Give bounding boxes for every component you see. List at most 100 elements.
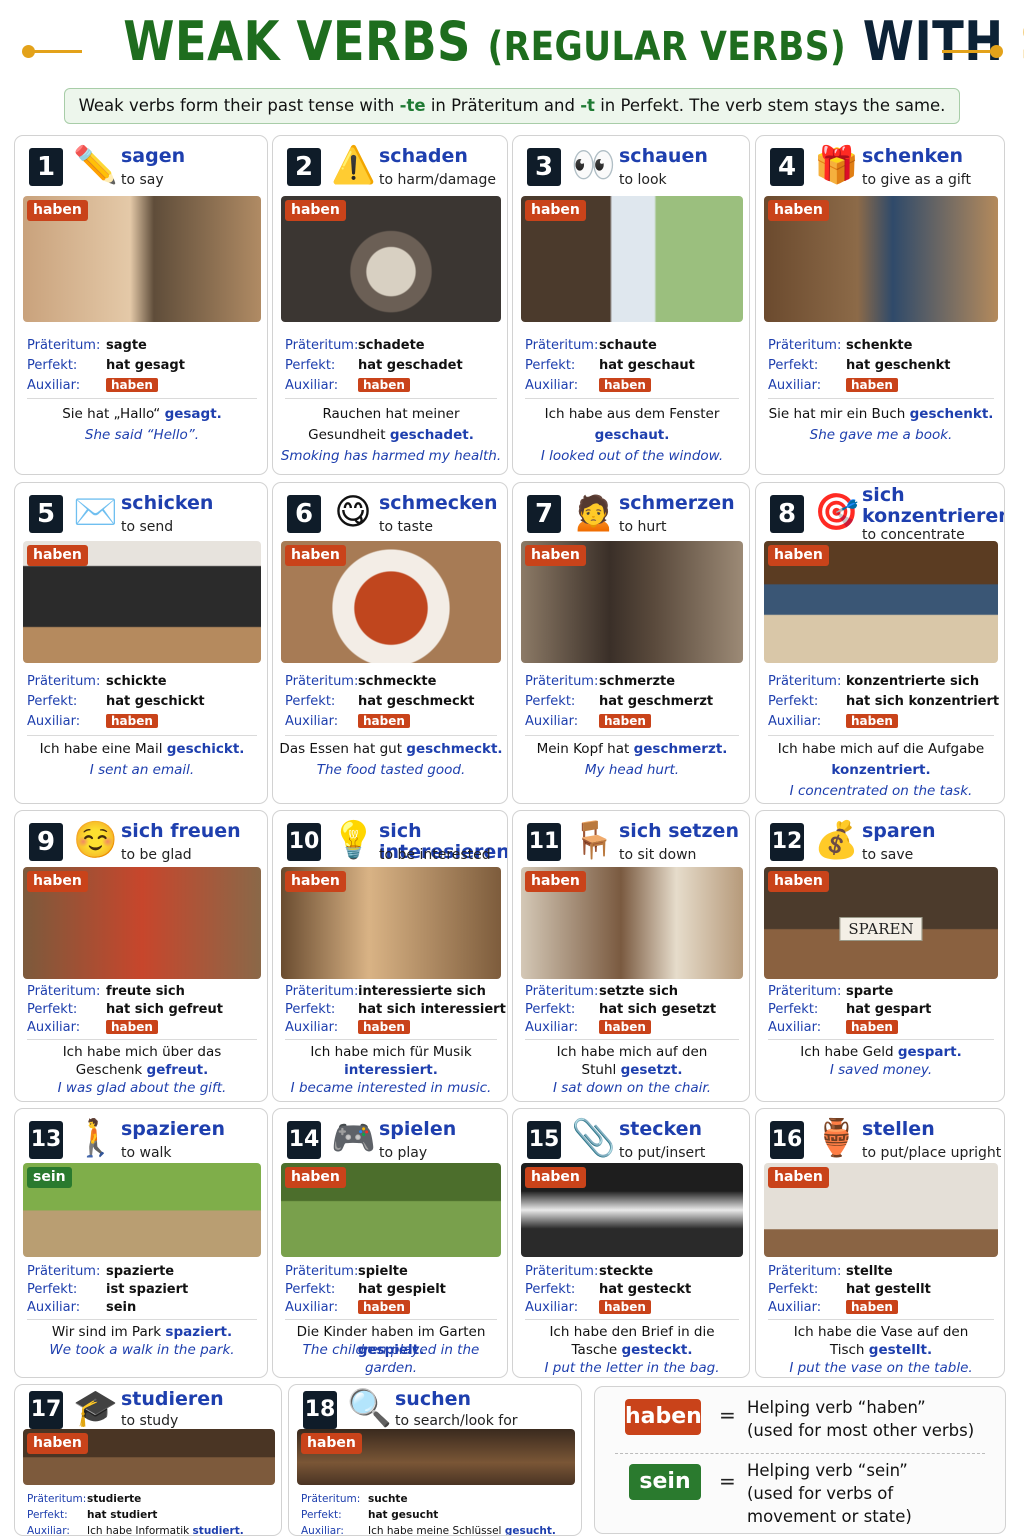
card-number: 14 [287,1121,321,1159]
perfekt-row: Perfekt: hat geschmerzt [525,693,743,713]
praeteritum-row: Präteritum: interessierte sich [285,983,501,1001]
field-label: Auxiliar: [285,1300,339,1315]
perfekt-row: Perfekt: hat geschmeckt [285,693,501,713]
english-translation: I put the vase on the table. [789,1360,973,1376]
field-label: Auxiliar: [768,378,822,393]
verb-card-sparen: 12 💰 sparen to save haben SPAREN Präteritum: sp… [755,810,1005,1102]
field-value: haben [599,377,651,394]
auxiliar-row: Auxiliar: haben [285,377,501,397]
eyes-icon: 👀 [571,145,616,186]
legend-haben-equals: = [719,1403,736,1427]
divider [285,398,497,399]
divider [285,1039,497,1040]
example-verb-highlight: gesagt. [164,406,222,422]
verb-title: spielen [379,1118,457,1140]
example-text: Mein Kopf hat [536,741,630,757]
warning-icon: ⚠️ [331,145,376,186]
english-translation: Smoking has harmed my health. [280,448,502,464]
field-value: haben [106,1019,158,1036]
field-label: Perfekt: [285,358,336,373]
field-label: Perfekt: [768,694,819,709]
perfekt-row: Perfekt: hat sich interessiert [285,1001,506,1019]
legend-haben-text-1: Helping verb “haben” [747,1398,926,1417]
verb-translation: to say [121,172,164,188]
money-bag-icon: 💰 [814,820,859,861]
example-text: Rauchen hat meiner [322,406,460,422]
field-label: Auxiliar: [768,714,822,729]
verb-translation: to give as a gift [862,172,971,188]
photo-aux-badge: sein [27,1167,72,1188]
verb-title: stellen [862,1118,935,1140]
verb-title: studieren [121,1388,224,1410]
field-label: Präteritum: [768,984,842,999]
field-label: Präteritum: [27,1264,101,1279]
aux-haben-tag: haben [106,378,158,392]
field-value: spielte [358,1264,408,1279]
verb-card-stellen: 16 🏺 stellen to put/place upright haben Präte… [755,1108,1005,1378]
divider [768,735,994,736]
field-label: Perfekt: [27,358,78,373]
english-translation: I sent an email. [89,762,195,778]
decor-line-right [942,50,994,53]
auxiliar-row: Auxiliar: haben [768,713,998,733]
example-text: Sie hat mir ein Buch [768,406,906,422]
field-value: hat gespart [846,1002,932,1017]
perfekt-row: Perfekt: hat geschadet [285,357,501,377]
verb-photo: haben SPAREN [764,867,998,979]
auxiliar-row: Auxiliar: haben [285,713,501,733]
verb-photo: haben [281,867,501,979]
verb-photo: haben [281,541,501,663]
verb-card-suchen: 18 🔍 suchen to search/look for haben Präterit… [288,1384,582,1536]
field-value: hat geschickt [106,694,205,709]
field-label: Präteritum: [525,674,599,689]
verb-photo: haben [23,1429,275,1485]
praeteritum-row: Präteritum: studierte [27,1491,275,1507]
photo-aux-badge: haben [285,545,346,566]
field-value: schmeckte [358,674,437,689]
auxiliar-row: Auxiliar: Ich habe meine Schlüssel gesuch… [301,1523,575,1535]
perfekt-row: Perfekt: hat sich gefreut [27,1001,261,1019]
legend-box: haben = Helping verb “haben” (used for m… [594,1386,1006,1534]
example-sentence: Sie hat „Hallo“ gesagt. [21,404,263,425]
field-label: Perfekt: [27,694,78,709]
card-number: 17 [29,1391,63,1429]
divider [525,1319,739,1320]
verb-card-schmecken: 6 😋 schmecken to taste haben Präteritum: schme… [272,482,508,804]
divider [27,1039,257,1040]
field-label: Perfekt: [285,694,336,709]
verb-translation: to walk [121,1145,172,1161]
aux-haben-tag: haben [106,1020,158,1034]
field-value: freute sich [106,984,185,999]
header: WEAK VERBS (REGULAR VERBS) WITH S [0,8,1024,92]
field-label: Perfekt: [768,1282,819,1297]
aux-haben-tag: haben [358,1300,410,1314]
card-number: 9 [29,823,63,861]
example-text: Ich habe eine Mail [39,741,163,757]
verb-title-line2: konzentrieren [862,505,1005,527]
field-value: Ich habe Informatik studiert. [87,1523,244,1535]
photo-aux-badge: haben [27,871,88,892]
verb-title: schaden [379,145,468,167]
envelope-icon: ✉️ [73,492,118,533]
field-value: haben [846,377,898,394]
verb-title: schenken [862,145,964,167]
verb-card-schenken: 4 🎁 schenken to give as a gift haben Präterit… [755,135,1005,475]
example-sentence: Sie hat mir ein Buch geschenkt. [762,404,1000,425]
auxiliar-row: Auxiliar: haben [27,377,261,397]
verb-photo: haben [764,541,998,663]
verb-photo: haben [281,1163,501,1257]
auxiliar-row: Auxiliar: haben [525,713,743,733]
verb-title-line1: sich [862,484,905,506]
field-label: Perfekt: [285,1282,336,1297]
legend-haben-badge: haben [625,1399,702,1435]
praeteritum-row: Präteritum: spielte [285,1263,501,1281]
field-label: Auxiliar: [525,1020,579,1035]
card-number: 4 [770,148,804,186]
english-translation: My head hurt. [584,762,680,778]
divider [525,735,739,736]
field-value: hat sich konzentriert [846,694,1000,709]
english-translation: I concentrated on the task. [789,783,973,799]
divider [525,1039,739,1040]
field-label: Präteritum: [285,1264,359,1279]
example-verb-highlight: spaziert. [165,1324,233,1340]
